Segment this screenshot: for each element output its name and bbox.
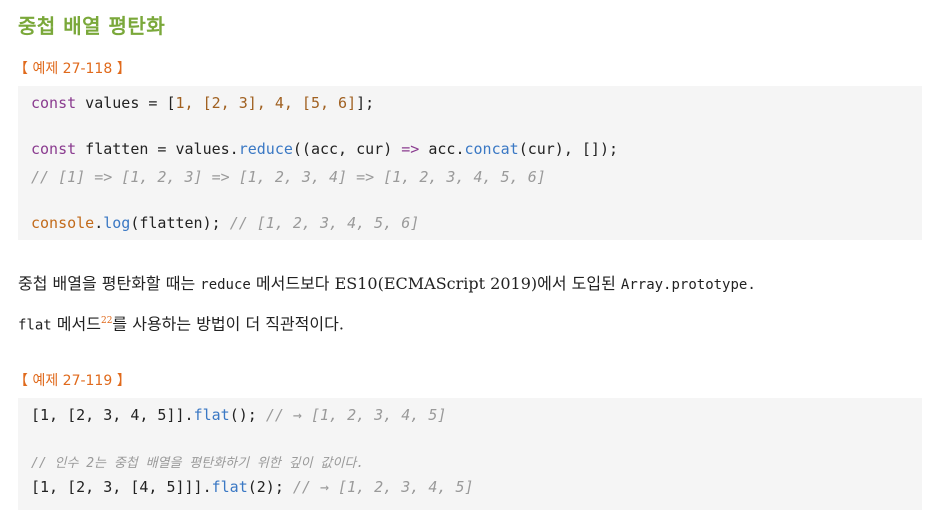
code-line-3: [1, [2, 3, [4, 5]]].flat(2); // → [1, 2,…	[31, 478, 474, 496]
code-text: (2);	[247, 478, 293, 496]
code-comment: // [1] => [1, 2, 3] => [1, 2, 3, 4] => […	[31, 168, 546, 186]
code-text: values = [	[76, 94, 176, 112]
code-line-1: [1, [2, 3, 4, 5]].flat(); // → [1, 2, 3,…	[31, 406, 446, 424]
code-text: (cur), []);	[518, 140, 619, 158]
inline-code: reduce	[200, 277, 251, 293]
code-comment: // [1, 2, 3, 4, 5, 6]	[229, 214, 420, 232]
method-name: log	[103, 214, 131, 232]
code-values: 1, [2, 3], 4, [5, 6]	[175, 94, 357, 112]
code-block-118: const values = [1, [2, 3], 4, [5, 6]]; c…	[18, 86, 922, 240]
code-text: acc.	[419, 140, 465, 158]
paragraph-text: 중첩 배열을 평탄화할 때는	[18, 274, 201, 293]
body-paragraph: 중첩 배열을 평탄화할 때는 reduce 메서드보다 ES10(ECMAScr…	[18, 266, 928, 343]
footnote-marker[interactable]: 22	[101, 316, 112, 326]
keyword: const	[31, 94, 77, 112]
code-comment: // → [1, 2, 3, 4, 5]	[265, 406, 447, 424]
inline-code: Array.prototype.	[620, 277, 756, 293]
code-text: ];	[356, 94, 375, 112]
code-line-4: console.log(flatten); // [1, 2, 3, 4, 5,…	[31, 214, 419, 232]
method-name: reduce	[238, 140, 293, 158]
code-line-1: const values = [1, [2, 3], 4, [5, 6]];	[31, 94, 374, 112]
code-comment: // 인수 2는 중첩 배열을 평탄화하기 위한 깊이 값이다.	[31, 456, 365, 471]
method-name: flat	[211, 478, 248, 496]
code-text: flatten = values.	[76, 140, 239, 158]
paragraph-text: 를 사용하는 방법이 더 직관적이다.	[112, 314, 344, 334]
example-label-118: 【 예제 27-118 】	[14, 61, 131, 77]
code-text: ((acc, cur)	[292, 140, 402, 158]
inline-code: flat	[18, 317, 52, 334]
section-heading: 중첩 배열 평탄화	[18, 14, 166, 38]
code-line-2: const flatten = values.reduce((acc, cur)…	[31, 140, 618, 158]
code-text: [1, [2, 3, 4, 5]].	[31, 406, 194, 424]
code-text: (flatten);	[130, 214, 230, 232]
example-label-119: 【 예제 27-119 】	[14, 373, 131, 389]
paragraph-text: 메서드보다 ES10(ECMAScript 2019)에서 도입된	[250, 274, 621, 293]
console-object: console	[31, 214, 95, 232]
code-text: ();	[229, 406, 266, 424]
code-text: .	[94, 214, 104, 232]
method-name: concat	[464, 140, 519, 158]
code-block-119: [1, [2, 3, 4, 5]].flat(); // → [1, 2, 3,…	[18, 398, 922, 510]
paragraph-text: 메서드	[51, 314, 101, 334]
keyword: const	[31, 140, 77, 158]
code-comment: // → [1, 2, 3, 4, 5]	[292, 478, 474, 496]
method-name: flat	[193, 406, 230, 424]
arrow-operator: =>	[401, 140, 420, 158]
code-text: [1, [2, 3, [4, 5]]].	[31, 478, 212, 496]
